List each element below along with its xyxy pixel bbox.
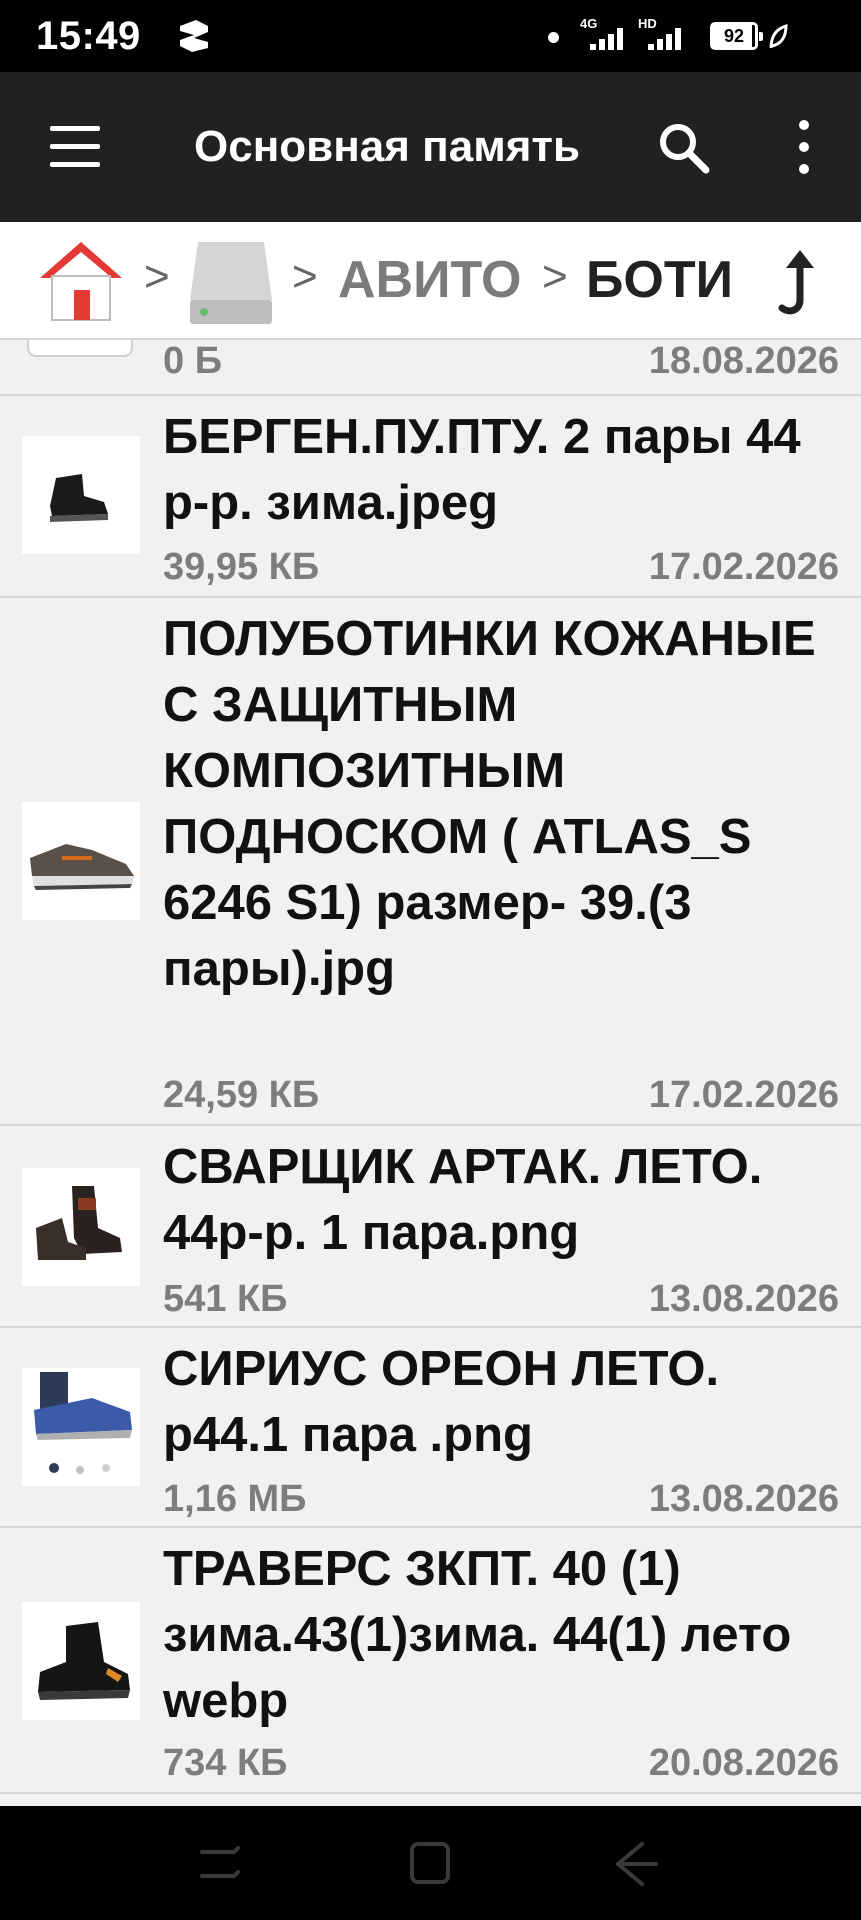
file-size: 541 КБ <box>163 1278 288 1320</box>
list-item[interactable]: 0 Б 18.08.2026 <box>0 340 861 396</box>
recents-icon[interactable] <box>190 1836 250 1892</box>
file-date: 17.02.2026 <box>648 546 839 588</box>
square-home-icon[interactable] <box>400 1836 460 1892</box>
status-time: 15:49 <box>36 14 141 58</box>
file-name: ТРАВЕРС ЗКПТ. 40 (1) зима.43(1)зима. 44(… <box>163 1542 792 1728</box>
file-date: 17.02.2026 <box>648 1074 839 1116</box>
battery-saver-leaf-icon <box>769 24 788 49</box>
file-name: ПОЛУБОТИНКИ КОЖАНЫЕ С ЗАЩИТНЫМ КОМПОЗИТН… <box>163 612 816 996</box>
file-name: СИРИУС ОРЕОН ЛЕТО. р44.1 пара .png <box>163 1342 720 1462</box>
system-navigation-bar <box>0 1806 861 1920</box>
file-thumbnail <box>22 436 140 554</box>
file-date: 13.08.2026 <box>648 1478 839 1520</box>
more-vertical-icon[interactable] <box>778 118 828 178</box>
folder-icon <box>22 340 140 362</box>
page-title: Основная память <box>194 122 581 171</box>
file-thumbnail <box>22 1368 140 1486</box>
back-icon[interactable] <box>606 1836 666 1892</box>
breadcrumb: > > АВИТО > БОТИ <box>0 222 861 340</box>
list-item[interactable]: БЕРГЕН.ПУ.ПТУ. 2 пары 44 р-р. зима.jpeg … <box>0 396 861 598</box>
breadcrumb-separator: > <box>292 252 318 301</box>
file-thumbnail <box>22 1602 140 1720</box>
file-date: 20.08.2026 <box>648 1742 839 1784</box>
list-item[interactable]: СИРИУС ОРЕОН ЛЕТО. р44.1 пара .png 1,16 … <box>0 1328 861 1528</box>
app-notification-icon <box>180 20 208 52</box>
battery-icon: 92 <box>710 22 763 50</box>
home-icon[interactable] <box>38 240 124 322</box>
status-bar: 15:49 4G HD 92 <box>0 0 861 72</box>
signal-hd-icon: HD <box>638 16 686 56</box>
file-size: 0 Б <box>163 340 223 382</box>
signal-4g-icon: 4G <box>580 16 628 56</box>
file-size: 734 КБ <box>163 1742 288 1784</box>
battery-level-text: 92 <box>723 26 745 46</box>
list-item[interactable]: ПОЛУБОТИНКИ КОЖАНЫЕ С ЗАЩИТНЫМ КОМПОЗИТН… <box>0 598 861 1126</box>
file-size: 39,95 КБ <box>163 546 320 588</box>
file-list: 0 Б 18.08.2026 БЕРГЕН.ПУ.ПТУ. 2 пары 44 … <box>0 340 861 1806</box>
file-date: 13.08.2026 <box>648 1278 839 1320</box>
file-thumbnail <box>22 1168 140 1286</box>
hamburger-menu-icon[interactable] <box>44 122 106 172</box>
list-item[interactable]: ТРАВЕРС ЗКПТ. 40 (1) зима.43(1)зима. 44(… <box>0 1528 861 1794</box>
file-date: 18.08.2026 <box>648 340 839 382</box>
list-item[interactable]: СВАРЩИК АРТАК. ЛЕТО. 44р-р. 1 пара.png 5… <box>0 1126 861 1328</box>
app-toolbar: Основная память <box>0 72 861 222</box>
network-hd-label: HD <box>638 16 657 31</box>
breadcrumb-separator: > <box>542 252 568 301</box>
search-icon[interactable] <box>652 116 716 180</box>
breadcrumb-item-current[interactable]: БОТИ <box>586 250 730 310</box>
file-thumbnail <box>22 802 140 920</box>
up-arrow-icon[interactable] <box>770 250 818 316</box>
network-type-label: 4G <box>580 16 598 31</box>
breadcrumb-separator: > <box>144 252 170 301</box>
file-size: 1,16 МБ <box>163 1478 307 1520</box>
breadcrumb-item-avito[interactable]: АВИТО <box>338 250 521 310</box>
storage-drive-icon[interactable] <box>188 238 274 326</box>
file-size: 24,59 КБ <box>163 1074 320 1116</box>
notification-dot-icon <box>548 32 559 43</box>
file-name: СВАРЩИК АРТАК. ЛЕТО. 44р-р. 1 пара.png <box>163 1140 763 1260</box>
file-name: БЕРГЕН.ПУ.ПТУ. 2 пары 44 р-р. зима.jpeg <box>163 410 801 530</box>
